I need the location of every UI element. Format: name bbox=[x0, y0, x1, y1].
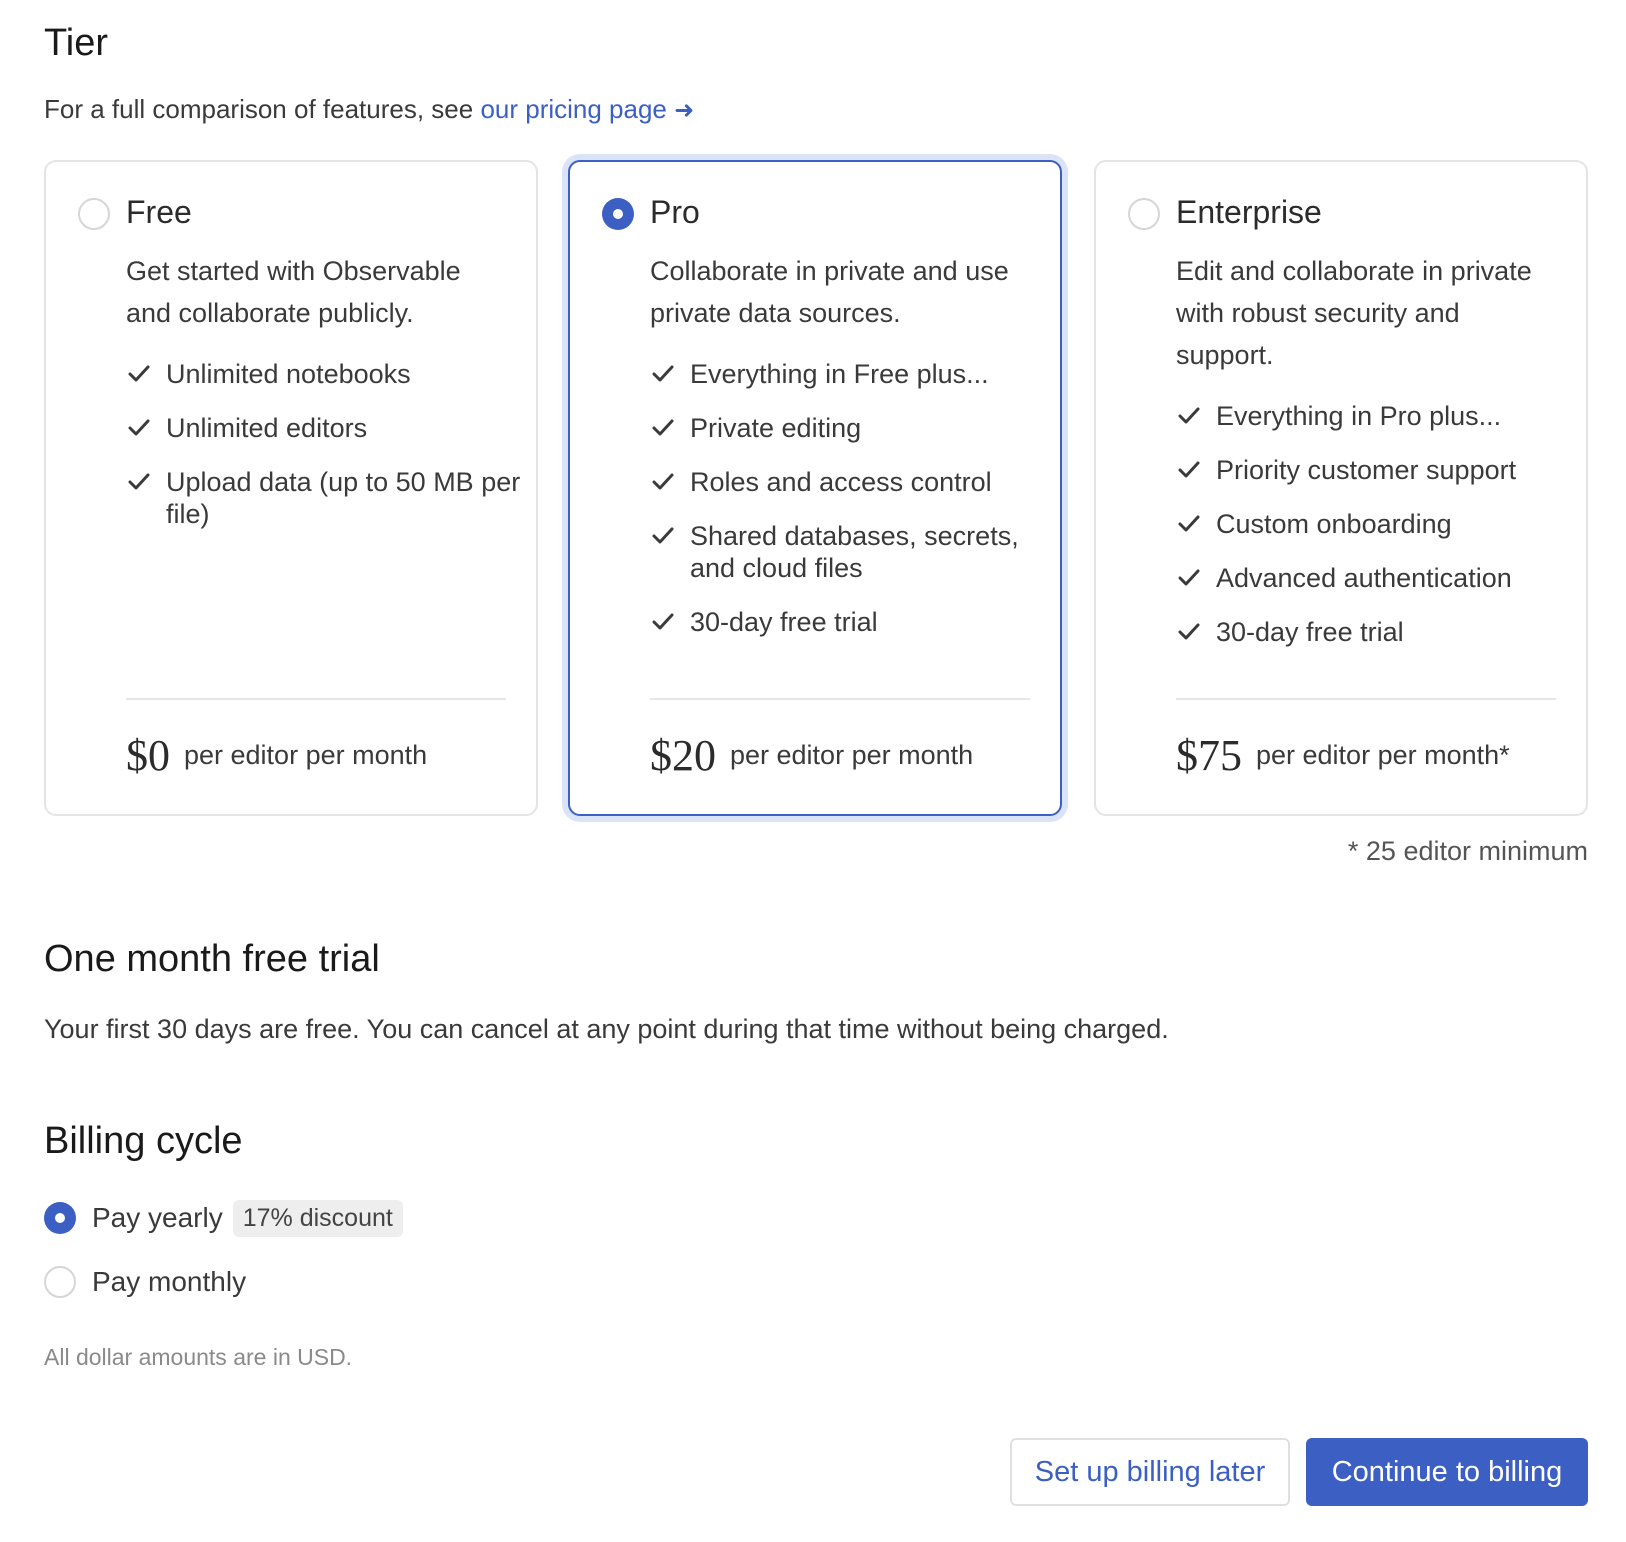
feature-item: Priority customer support bbox=[1176, 454, 1576, 486]
feature-item: Custom onboarding bbox=[1176, 508, 1576, 540]
feature-label: 30-day free trial bbox=[690, 607, 878, 637]
feature-label: Shared databases, secrets, and cloud fil… bbox=[690, 521, 1019, 583]
arrow-right-icon: ➜ bbox=[674, 97, 695, 124]
price-row: $0 per editor per month bbox=[126, 730, 427, 781]
billing-option-yearly[interactable]: Pay yearly 17% discount bbox=[44, 1198, 403, 1238]
tier-heading: Tier bbox=[44, 22, 109, 64]
pricing-page-link[interactable]: our pricing page ➜ bbox=[480, 94, 694, 124]
feature-item: Everything in Pro plus... bbox=[1176, 400, 1576, 432]
feature-item: Roles and access control bbox=[650, 466, 1050, 498]
feature-label: 30-day free trial bbox=[1216, 617, 1404, 647]
check-icon bbox=[652, 419, 674, 436]
feature-label: Unlimited notebooks bbox=[166, 359, 411, 389]
feature-label: Advanced authentication bbox=[1216, 563, 1512, 593]
feature-label: Private editing bbox=[690, 413, 862, 443]
discount-badge: 17% discount bbox=[232, 1199, 403, 1237]
feature-item: 30-day free trial bbox=[650, 606, 1050, 638]
divider bbox=[126, 698, 506, 700]
tier-description: Edit and collaborate in private with rob… bbox=[1176, 256, 1532, 370]
feature-item: Unlimited editors bbox=[126, 412, 526, 444]
feature-label: Everything in Free plus... bbox=[690, 359, 989, 389]
tier-description: Collaborate in private and use private d… bbox=[650, 256, 1009, 328]
check-icon bbox=[1178, 407, 1200, 424]
tier-description: Get started with Observable and collabor… bbox=[126, 256, 461, 328]
trial-description: Your first 30 days are free. You can can… bbox=[44, 1014, 1169, 1044]
feature-item: Everything in Free plus... bbox=[650, 358, 1050, 390]
billing-cycle-heading: Billing cycle bbox=[44, 1120, 243, 1162]
radio-unselected-icon[interactable] bbox=[1128, 198, 1160, 230]
price-unit: per editor per month* bbox=[1256, 740, 1510, 770]
check-icon bbox=[652, 527, 674, 544]
check-icon bbox=[128, 473, 150, 490]
price-unit: per editor per month bbox=[184, 740, 428, 770]
feature-list: Unlimited notebooks Unlimited editors Up… bbox=[126, 358, 526, 552]
feature-label: Custom onboarding bbox=[1216, 509, 1452, 539]
tier-name: Enterprise bbox=[1176, 194, 1322, 230]
radio-unselected-icon[interactable] bbox=[44, 1266, 76, 1298]
check-icon bbox=[652, 473, 674, 490]
billing-option-monthly[interactable]: Pay monthly bbox=[44, 1262, 246, 1302]
check-icon bbox=[652, 365, 674, 382]
feature-list: Everything in Pro plus... Priority custo… bbox=[1176, 400, 1576, 670]
check-icon bbox=[652, 613, 674, 630]
radio-unselected-icon[interactable] bbox=[78, 198, 110, 230]
set-up-billing-later-button[interactable]: Set up billing later bbox=[1010, 1438, 1290, 1506]
continue-to-billing-button[interactable]: Continue to billing bbox=[1306, 1438, 1588, 1506]
option-label: Pay monthly bbox=[92, 1266, 247, 1297]
tier-subtitle: For a full comparison of features, see o… bbox=[44, 94, 694, 125]
trial-heading: One month free trial bbox=[44, 938, 380, 980]
feature-item: Private editing bbox=[650, 412, 1050, 444]
subtitle-text: For a full comparison of features, see bbox=[44, 94, 481, 124]
feature-item: 30-day free trial bbox=[1176, 616, 1576, 648]
check-icon bbox=[1178, 623, 1200, 640]
feature-item: Unlimited notebooks bbox=[126, 358, 526, 390]
check-icon bbox=[1178, 515, 1200, 532]
feature-item: Upload data (up to 50 MB per file) bbox=[126, 466, 526, 530]
feature-label: Roles and access control bbox=[690, 467, 992, 497]
price-unit: per editor per month bbox=[730, 740, 974, 770]
tier-cards: Free Get started with Observable and col… bbox=[44, 160, 1588, 816]
divider bbox=[650, 698, 1030, 700]
feature-label: Everything in Pro plus... bbox=[1216, 401, 1502, 431]
feature-label: Priority customer support bbox=[1216, 455, 1517, 485]
price-amount: $75 bbox=[1176, 731, 1242, 780]
tier-card-pro[interactable]: Pro Collaborate in private and use priva… bbox=[568, 160, 1062, 816]
check-icon bbox=[128, 419, 150, 436]
divider bbox=[1176, 698, 1556, 700]
check-icon bbox=[1178, 461, 1200, 478]
feature-label: Upload data (up to 50 MB per file) bbox=[166, 467, 521, 529]
option-label: Pay yearly bbox=[92, 1202, 223, 1233]
radio-selected-icon[interactable] bbox=[44, 1202, 76, 1234]
check-icon bbox=[128, 365, 150, 382]
radio-selected-icon[interactable] bbox=[602, 198, 634, 230]
price-row: $75 per editor per month* bbox=[1176, 730, 1510, 781]
tier-name: Pro bbox=[650, 194, 700, 230]
check-icon bbox=[1178, 569, 1200, 586]
tier-name: Free bbox=[126, 194, 192, 230]
feature-label: Unlimited editors bbox=[166, 413, 368, 443]
feature-item: Shared databases, secrets, and cloud fil… bbox=[650, 520, 1050, 584]
editor-minimum-footnote: * 25 editor minimum bbox=[1347, 836, 1588, 866]
currency-note: All dollar amounts are in USD. bbox=[44, 1344, 353, 1370]
tier-card-free[interactable]: Free Get started with Observable and col… bbox=[44, 160, 538, 816]
price-amount: $20 bbox=[650, 731, 716, 780]
tier-card-enterprise[interactable]: Enterprise Edit and collaborate in priva… bbox=[1094, 160, 1588, 816]
price-amount: $0 bbox=[126, 731, 170, 780]
feature-list: Everything in Free plus... Private editi… bbox=[650, 358, 1050, 660]
pricing-link-label: our pricing page bbox=[480, 94, 667, 124]
feature-item: Advanced authentication bbox=[1176, 562, 1576, 594]
price-row: $20 per editor per month bbox=[650, 730, 973, 781]
